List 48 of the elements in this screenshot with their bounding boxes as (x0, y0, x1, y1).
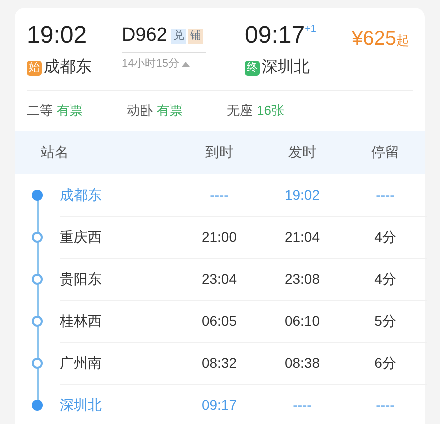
stop-duration-cell-text: 6分 (374, 354, 396, 373)
stop-duration-cell-text: ---- (376, 186, 395, 204)
seat-class: 无座 (227, 102, 253, 120)
departure-station: 成都东 (44, 58, 92, 78)
departure-time-cell-text: 19:02 (284, 186, 320, 204)
seat-class: 二等 (27, 102, 53, 120)
station-name: 广州南 (60, 354, 102, 373)
start-tag: 始 (27, 60, 42, 76)
arrival-time-cell-text: 06:05 (202, 312, 238, 331)
station-name: 成都东 (60, 186, 102, 204)
departure-time-cell-text: 21:04 (284, 228, 320, 247)
station-name: 重庆西 (60, 228, 102, 247)
seat-availability: 16张 (257, 102, 284, 120)
departure-time-cell-text: 08:38 (284, 354, 320, 373)
stop-duration-cell-text: ---- (376, 396, 395, 415)
trip-duration: 14小时15分 (122, 57, 180, 72)
arrival-time-cell-text: 21:00 (202, 228, 238, 247)
departure-time: 19:02 (27, 22, 88, 50)
station-name: 深圳北 (60, 396, 102, 415)
seat-class: 动卧 (127, 102, 153, 120)
departure-time-cell-text: 06:10 (284, 312, 320, 331)
day-offset: +1 (305, 23, 316, 37)
column-header: 到时 (206, 143, 234, 162)
seat-availability: 有票 (157, 102, 183, 120)
price: ¥625 (352, 27, 396, 52)
price-suffix: 起 (396, 32, 410, 50)
train-badge: 兑 (171, 28, 186, 44)
column-header: 发时 (288, 143, 316, 162)
arrival-time-cell-text: 08:32 (202, 354, 238, 373)
station-name: 贵阳东 (60, 270, 102, 289)
arrival-time-cell-text: ---- (210, 186, 229, 204)
column-header: 站名 (41, 143, 69, 162)
stop-duration-cell-text: 4分 (374, 270, 396, 289)
arrival-time: 09:17 (245, 22, 306, 50)
arrival-station: 深圳北 (262, 58, 310, 78)
seat-availability: 有票 (57, 102, 83, 120)
caret-up-icon[interactable] (182, 62, 190, 67)
station-name: 桂林西 (60, 312, 102, 331)
stop-duration-cell-text: 4分 (374, 228, 396, 247)
train-number: D962 (122, 24, 168, 48)
column-header: 停留 (372, 143, 400, 162)
stop-duration-cell-text: 5分 (374, 312, 396, 331)
arrival-time-cell-text: 23:04 (202, 270, 238, 289)
departure-time-cell-text: ---- (293, 396, 312, 415)
arrival-time-cell-text: 09:17 (202, 396, 238, 415)
end-tag: 终 (245, 60, 260, 76)
train-badge: 铺 (188, 28, 204, 44)
departure-time-cell-text: 23:08 (284, 270, 320, 289)
